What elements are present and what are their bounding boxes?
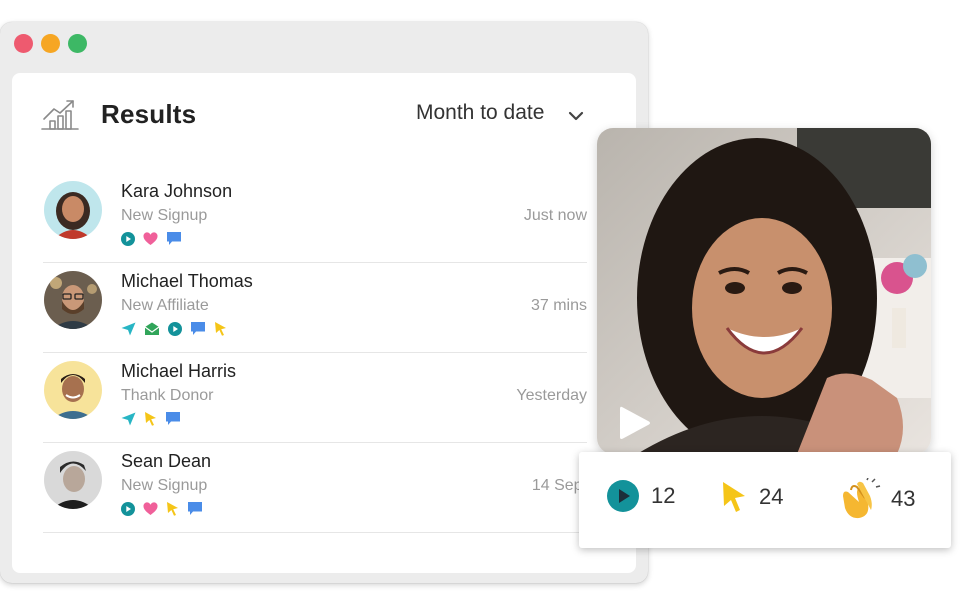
chevron-down-icon [569, 111, 584, 121]
contact-name[interactable]: Michael Harris [121, 361, 236, 382]
list-item[interactable]: Michael Harris Thank Donor Yesterday [43, 353, 587, 443]
cursor-icon [215, 322, 226, 336]
results-list: Kara Johnson New Signup Just now Michael… [43, 173, 587, 533]
minimize-window-button[interactable] [41, 34, 60, 53]
play-video-button[interactable] [617, 404, 653, 447]
contact-name[interactable]: Sean Dean [121, 451, 211, 472]
contact-status: Thank Donor [121, 387, 214, 404]
window-controls [14, 34, 87, 53]
cursor-icon [167, 502, 178, 516]
list-item[interactable]: Kara Johnson New Signup Just now [43, 173, 587, 263]
play-triangle-icon [620, 406, 650, 439]
comment-icon [166, 412, 180, 425]
contact-status: New Affiliate [121, 297, 209, 314]
avatar [44, 181, 102, 239]
contact-name[interactable]: Kara Johnson [121, 181, 232, 202]
contact-name[interactable]: Michael Thomas [121, 271, 253, 292]
email-icon [144, 322, 160, 335]
engagement-stats: 12 24 43 [579, 452, 951, 548]
send-icon [121, 322, 136, 335]
play-icon [121, 231, 135, 246]
contact-status: New Signup [121, 207, 208, 224]
timestamp: Yesterday [516, 387, 587, 404]
timestamp: Just now [523, 207, 587, 224]
results-header: Results Month to date [12, 73, 636, 163]
date-range-label: Month to date [416, 101, 545, 124]
avatar [44, 271, 102, 329]
play-icon [168, 321, 182, 336]
plays-stat: 12 [607, 480, 675, 512]
clapping-hands-icon [843, 478, 881, 519]
list-item[interactable]: Sean Dean New Signup 14 Sept [43, 443, 587, 533]
clicks-stat: 24 [721, 480, 783, 514]
play-icon [121, 501, 135, 516]
plays-count: 12 [651, 483, 676, 508]
avatar [44, 451, 102, 509]
activity-icons [121, 231, 182, 246]
video-preview[interactable] [597, 128, 931, 454]
maximize-window-button[interactable] [68, 34, 87, 53]
list-item[interactable]: Michael Thomas New Affiliate 37 mins [43, 263, 587, 353]
claps-count: 43 [891, 486, 916, 511]
activity-icons [121, 501, 203, 516]
send-icon [121, 412, 136, 425]
heart-icon [143, 501, 158, 515]
comment-icon [191, 322, 205, 335]
results-panel: Results Month to date Kara Johnson New S… [12, 73, 636, 573]
claps-stat: 43 [837, 478, 915, 520]
close-window-button[interactable] [14, 34, 33, 53]
timestamp: 37 mins [530, 297, 587, 314]
results-window: Results Month to date Kara Johnson New S… [0, 22, 648, 583]
cursor-icon [723, 482, 745, 512]
avatar [44, 361, 102, 419]
chart-growth-icon [41, 100, 79, 130]
date-range-dropdown[interactable]: Month to date [416, 101, 584, 125]
clicks-count: 24 [759, 484, 784, 509]
comment-icon [167, 232, 181, 245]
comment-icon [188, 502, 202, 515]
activity-icons [121, 411, 181, 426]
contact-status: New Signup [121, 477, 208, 494]
play-icon [607, 480, 639, 512]
cursor-icon [145, 412, 156, 426]
page-title: Results [101, 99, 197, 129]
activity-icons [121, 321, 227, 336]
heart-icon [143, 231, 158, 245]
